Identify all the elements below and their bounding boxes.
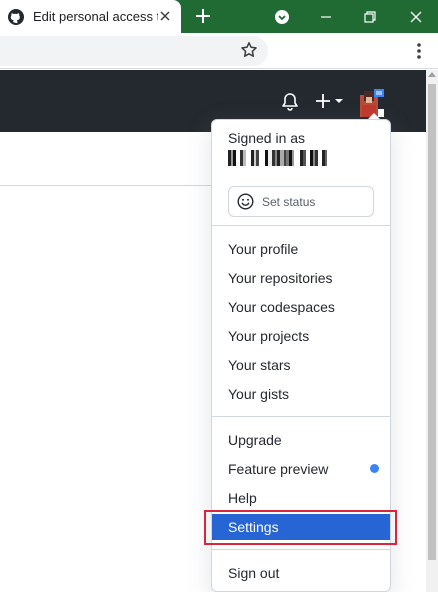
github-icon [8, 8, 24, 25]
menu-item-your-gists[interactable]: Your gists [212, 381, 390, 407]
bookmark-star-icon[interactable] [240, 41, 258, 59]
menu-divider [212, 225, 390, 226]
username-redacted [228, 150, 334, 166]
tab-title: Edit personal access to [33, 9, 158, 24]
menu-item-sign-out[interactable]: Sign out [212, 560, 390, 586]
set-status-label: Set status [262, 194, 316, 209]
browser-tab-strip: Edit personal access to [0, 0, 438, 33]
menu-item-feature-preview[interactable]: Feature preview [212, 456, 390, 482]
set-status-button[interactable]: Set status [228, 186, 374, 217]
browser-menu-icon[interactable] [411, 40, 427, 62]
minimize-icon[interactable] [304, 0, 348, 33]
scrollbar-thumb[interactable] [428, 84, 436, 560]
menu-item-help[interactable]: Help [212, 485, 390, 511]
menu-item-your-repositories[interactable]: Your repositories [212, 265, 390, 291]
smiley-icon [237, 193, 254, 210]
close-window-icon[interactable] [394, 0, 438, 33]
subnav-divider [0, 185, 212, 186]
menu-divider [212, 549, 390, 550]
restore-icon[interactable] [348, 0, 392, 33]
bell-icon[interactable] [281, 92, 301, 112]
browser-toolbar [0, 33, 438, 69]
create-new-icon[interactable] [315, 91, 347, 111]
menu-item-upgrade[interactable]: Upgrade [212, 427, 390, 453]
tab-search-icon[interactable] [260, 0, 304, 33]
menu-item-your-projects[interactable]: Your projects [212, 323, 390, 349]
menu-item-your-profile[interactable]: Your profile [212, 236, 390, 262]
new-tab-icon[interactable] [192, 5, 214, 27]
feature-preview-dot-icon [370, 464, 379, 473]
scroll-up-arrow-icon[interactable] [428, 72, 436, 77]
settings-highlight-box [204, 510, 397, 545]
menu-item-your-codespaces[interactable]: Your codespaces [212, 294, 390, 320]
menu-item-your-stars[interactable]: Your stars [212, 352, 390, 378]
menu-divider [212, 416, 390, 417]
signed-in-label: Signed in as [228, 130, 306, 146]
address-bar[interactable] [0, 36, 268, 66]
page-scrollbar[interactable] [426, 70, 438, 592]
browser-tab[interactable]: Edit personal access to [0, 0, 181, 33]
close-tab-icon[interactable] [157, 8, 173, 24]
